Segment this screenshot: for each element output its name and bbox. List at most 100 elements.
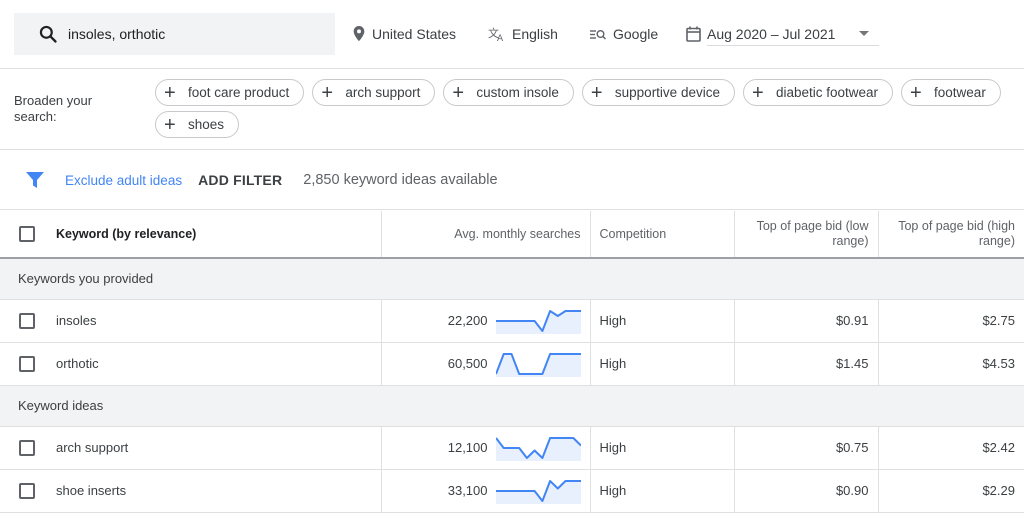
broaden-chip[interactable]: + arch support bbox=[312, 79, 436, 106]
trend-sparkline[interactable] bbox=[495, 435, 581, 461]
add-filter-button[interactable]: ADD FILTER bbox=[198, 172, 282, 188]
sparkline-area bbox=[495, 437, 581, 461]
language-selector[interactable]: 文A English bbox=[488, 24, 558, 44]
date-range-selector[interactable]: Aug 2020 – Jul 2021 bbox=[686, 22, 879, 46]
plus-icon: + bbox=[164, 113, 176, 136]
competition-cell: High bbox=[590, 342, 735, 386]
bid-high-cell: $2.42 bbox=[878, 426, 1024, 470]
competition-cell: High bbox=[590, 426, 735, 470]
keyword-cell-content: shoe inserts bbox=[0, 482, 372, 499]
bid-high-cell: $4.53 bbox=[878, 342, 1024, 386]
chip-label: diabetic footwear bbox=[775, 85, 879, 100]
row-checkbox[interactable] bbox=[19, 482, 35, 499]
chip-label: arch support bbox=[345, 85, 421, 100]
group-title: Keyword ideas bbox=[0, 385, 1024, 427]
group-title: Keywords you provided bbox=[0, 258, 1024, 300]
sparkline-area bbox=[495, 480, 581, 504]
exclude-adult-ideas-filter[interactable]: Exclude adult ideas bbox=[65, 173, 182, 188]
keyword-ideas-table: Keyword (by relevance) Avg. monthly sear… bbox=[0, 211, 1024, 513]
plus-icon: + bbox=[321, 81, 333, 104]
competition-cell: High bbox=[590, 469, 735, 513]
keyword-cell-content: orthotic bbox=[0, 355, 372, 372]
searches-content: 22,200 bbox=[391, 308, 581, 334]
search-icon bbox=[38, 24, 58, 44]
bid-low-cell: $0.75 bbox=[734, 426, 879, 470]
date-range-dropdown[interactable]: Aug 2020 – Jul 2021 bbox=[707, 22, 879, 46]
keyword-text: shoe inserts bbox=[56, 483, 127, 498]
trend-sparkline[interactable] bbox=[495, 308, 581, 334]
searches-content: 12,100 bbox=[391, 435, 581, 461]
chip-label: supportive device bbox=[614, 85, 720, 100]
header-bid-low[interactable]: Top of page bid (low range) bbox=[734, 211, 879, 259]
keyword-search-box[interactable] bbox=[14, 13, 335, 55]
searches-content: 33,100 bbox=[391, 478, 581, 504]
header-bid-high[interactable]: Top of page bid (high range) bbox=[878, 211, 1024, 259]
bid-low-cell: $1.45 bbox=[734, 342, 879, 386]
keyword-ideas-count: 2,850 keyword ideas available bbox=[303, 172, 498, 188]
row-checkbox[interactable] bbox=[19, 312, 35, 329]
search-network-icon bbox=[590, 30, 607, 40]
avg-monthly-searches: 60,500 bbox=[447, 356, 488, 371]
broaden-chip[interactable]: + supportive device bbox=[581, 79, 735, 106]
plus-icon: + bbox=[910, 81, 922, 104]
keyword-search-input[interactable] bbox=[68, 26, 318, 42]
keyword-cell: orthotic bbox=[0, 342, 382, 386]
bid-high-cell: $2.29 bbox=[878, 469, 1024, 513]
table-row[interactable]: orthotic 60,500 High $1.45 $4.53 bbox=[0, 342, 1024, 386]
searches-cell: 33,100 bbox=[381, 469, 591, 513]
table-row[interactable]: insoles 22,200 High $0.91 $2.75 bbox=[0, 299, 1024, 343]
plus-icon: + bbox=[590, 81, 603, 104]
competition-cell: High bbox=[590, 299, 735, 343]
header-competition[interactable]: Competition bbox=[590, 211, 735, 259]
filter-icon[interactable] bbox=[26, 171, 44, 189]
bid-low-cell: $0.90 bbox=[734, 469, 879, 513]
dropdown-caret-icon bbox=[859, 31, 869, 36]
header-avg-monthly-searches[interactable]: Avg. monthly searches bbox=[381, 211, 591, 259]
network-selector[interactable]: Google bbox=[589, 24, 658, 44]
location-pin-icon bbox=[353, 26, 365, 42]
translate-icon: 文A bbox=[488, 26, 504, 42]
table-header-row: Keyword (by relevance) Avg. monthly sear… bbox=[0, 211, 1024, 259]
trend-sparkline[interactable] bbox=[495, 351, 581, 377]
keyword-text: insoles bbox=[56, 313, 97, 328]
svg-text:A: A bbox=[497, 34, 504, 42]
header-keyword-label: Keyword (by relevance) bbox=[56, 226, 197, 241]
header-keyword[interactable]: Keyword (by relevance) bbox=[0, 211, 382, 259]
network-label: Google bbox=[613, 26, 659, 42]
chip-label: foot care product bbox=[188, 85, 290, 100]
bid-low-cell: $0.91 bbox=[734, 299, 879, 343]
broaden-search-label: Broaden your search: bbox=[14, 93, 93, 124]
row-checkbox[interactable] bbox=[19, 439, 35, 456]
broaden-chip[interactable]: + shoes bbox=[155, 111, 240, 138]
chip-label: custom insole bbox=[476, 85, 559, 100]
trend-sparkline[interactable] bbox=[495, 478, 581, 504]
group-header-row: Keywords you provided bbox=[0, 258, 1024, 300]
row-checkbox[interactable] bbox=[19, 355, 35, 372]
filter-bar: Exclude adult ideas ADD FILTER 2,850 key… bbox=[0, 151, 1024, 210]
keyword-cell: shoe inserts bbox=[0, 469, 382, 513]
broaden-chips: + foot care product + arch support + custom i… bbox=[155, 79, 1020, 138]
avg-monthly-searches: 12,100 bbox=[447, 440, 488, 455]
plus-icon: + bbox=[751, 81, 764, 104]
keyword-text: orthotic bbox=[56, 356, 99, 371]
keyword-cell-content: arch support bbox=[0, 439, 372, 456]
broaden-chip[interactable]: + footwear bbox=[901, 79, 1001, 106]
avg-monthly-searches: 33,100 bbox=[447, 483, 488, 498]
calendar-icon bbox=[686, 26, 701, 42]
top-bar: United States 文A English Google Aug 2020… bbox=[0, 0, 1024, 69]
location-selector[interactable]: United States bbox=[352, 24, 456, 44]
table-row[interactable]: shoe inserts 33,100 High $0.90 $2.29 bbox=[0, 469, 1024, 513]
searches-cell: 60,500 bbox=[381, 342, 591, 386]
keyword-text: arch support bbox=[56, 440, 129, 455]
plus-icon: + bbox=[164, 81, 176, 104]
table-row[interactable]: arch support 12,100 High $0.75 $2.42 bbox=[0, 426, 1024, 470]
broaden-chip[interactable]: + custom insole bbox=[443, 79, 574, 106]
chip-label: shoes bbox=[188, 117, 225, 132]
broaden-chip[interactable]: + foot care product bbox=[155, 79, 305, 106]
chip-label: footwear bbox=[934, 85, 986, 100]
broaden-search-section: Broaden your search: + foot care product +… bbox=[0, 70, 1024, 150]
select-all-checkbox[interactable] bbox=[19, 226, 35, 242]
keyword-cell-content: insoles bbox=[0, 312, 372, 329]
broaden-chip[interactable]: + diabetic footwear bbox=[742, 79, 894, 106]
plus-icon: + bbox=[452, 81, 465, 104]
